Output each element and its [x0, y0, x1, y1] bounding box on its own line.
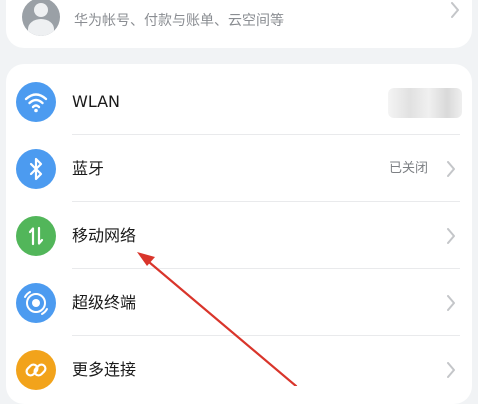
connectivity-card: WLAN 蓝牙 已关闭 移动网络 超级终端 更多连接	[6, 64, 472, 404]
account-subtitle: 华为帐号、付款与账单、云空间等	[74, 13, 284, 29]
wlan-network-name-redacted	[388, 88, 462, 118]
setting-label: 移动网络	[72, 226, 137, 245]
chevron-right-icon	[447, 161, 455, 177]
chevron-right-icon	[447, 228, 455, 244]
bluetooth-status: 已关闭	[388, 161, 428, 176]
setting-row-wlan[interactable]: WLAN	[6, 68, 472, 134]
setting-label: 蓝牙	[72, 159, 105, 178]
account-card[interactable]: 华为帐号、付款与账单、云空间等	[6, 0, 472, 48]
super-device-icon	[16, 283, 56, 323]
bluetooth-icon	[16, 149, 56, 189]
chevron-right-icon	[451, 2, 459, 18]
setting-row-more-connections[interactable]: 更多连接	[6, 336, 472, 402]
setting-row-mobile-network[interactable]: 移动网络	[6, 202, 472, 268]
wifi-icon	[16, 82, 56, 122]
chevron-right-icon	[447, 295, 455, 311]
chevron-right-icon	[447, 362, 455, 378]
mobile-data-icon	[16, 216, 56, 256]
link-icon	[16, 350, 56, 390]
setting-row-super-device[interactable]: 超级终端	[6, 269, 472, 335]
setting-label: 超级终端	[72, 293, 137, 312]
setting-label: WLAN	[72, 92, 121, 111]
setting-label: 更多连接	[72, 360, 137, 379]
setting-row-bluetooth[interactable]: 蓝牙 已关闭	[6, 135, 472, 201]
avatar	[22, 0, 60, 36]
